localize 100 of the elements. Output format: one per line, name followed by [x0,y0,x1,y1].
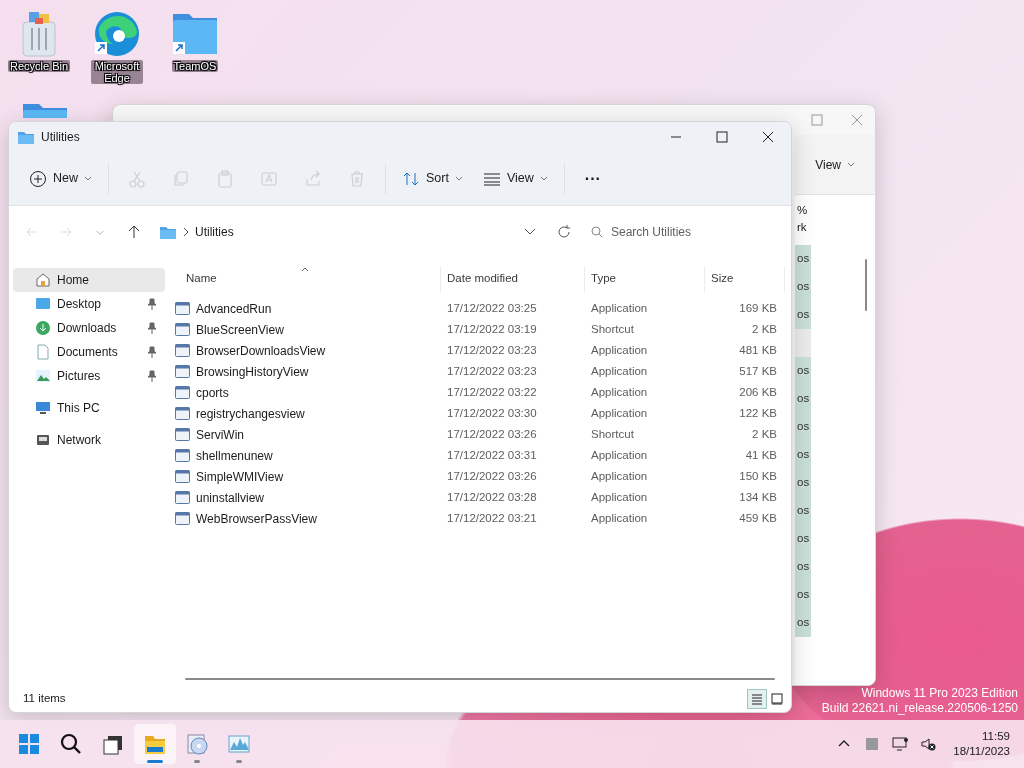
table-cell-text: 17/12/2022 03:26 [447,468,537,484]
watermark-text: Windows 11 Pro 2023 Edition [860,686,1018,701]
app-icon [175,364,190,379]
table-cell[interactable]: shellmenunew [196,446,273,465]
table-cell-text: 169 KB [739,300,777,316]
table-cell-text: 17/12/2022 03:23 [447,363,537,379]
recent-icon [96,229,104,235]
table-cell-text: Application [591,468,648,484]
table-cell-text: Application [591,384,648,400]
nav-item[interactable]: Pictures [13,364,165,388]
table-cell-text: 17/12/2022 03:21 [447,510,537,526]
column-header: % [797,202,809,218]
chevron-icon [183,227,189,237]
app-icon [175,511,190,526]
folder-icon [159,224,177,240]
table-cell[interactable]: cports [196,383,229,402]
up-icon [127,225,141,239]
table-cell: os [795,385,811,413]
table-cell-text: Application [591,447,648,463]
table-cell[interactable]: registrychangesview [196,404,305,423]
table-cell-text: 134 KB [739,489,777,505]
clock[interactable]: 11:59 18/11/2023 [945,729,1016,759]
close-icon[interactable] [851,114,863,126]
details-view-button[interactable] [747,689,767,709]
table-cell: os [795,497,811,525]
table-cell[interactable]: SimpleWMIView [196,467,284,486]
table-cell-text: 17/12/2022 03:23 [447,342,537,358]
table-cell: os [795,581,811,609]
breadcrumb-item[interactable]: Utilities [195,223,234,241]
close-icon [762,131,774,143]
search-field[interactable]: Search Utilities [611,223,771,241]
table-cell-text: 150 KB [739,468,777,484]
table-cell: os [795,357,811,385]
table-cell-text: Application [591,510,648,526]
caret-icon [454,175,463,182]
table-cell: os [795,525,811,553]
table-cell-text: 2 KB [752,426,777,442]
column-header[interactable]: Type [585,266,705,292]
nav-item[interactable]: Downloads [13,316,165,340]
nav-item[interactable]: Documents [13,340,165,364]
rename-icon [260,169,278,188]
caret-icon [84,175,92,182]
date-text: 18/11/2023 [953,744,1010,759]
table-cell-text: Application [591,363,648,379]
network-icon [35,432,51,448]
scrollbar-thumb[interactable] [865,259,867,311]
table-cell[interactable]: AdvancedRun [196,299,272,318]
table-cell-text: 459 KB [739,510,777,526]
nav-item[interactable]: Desktop [13,292,165,316]
table-cell[interactable]: BrowserDownloadsView [196,341,326,360]
table-cell-text: 2 KB [752,321,777,337]
new-button[interactable]: New [21,161,100,196]
time-text: 11:59 [982,729,1010,744]
table-cell: os [795,245,811,273]
table-cell-text: Shortcut [591,426,634,442]
table-cell: os [795,441,811,469]
table-cell-text: 517 KB [739,363,777,379]
view-button[interactable]: View [474,161,556,196]
trash-icon [348,169,366,188]
column-header[interactable]: Date modified [441,266,585,292]
table-cell: os [795,413,811,441]
share-icon [304,169,322,188]
monitor-icon [35,296,51,312]
table-cell[interactable]: BlueScreenView [196,320,284,339]
table-cell[interactable]: BrowsingHistoryView [196,362,309,381]
nav-item[interactable]: This PC [13,396,165,420]
more-button[interactable]: ··· [572,161,613,196]
table-cell-text: 17/12/2022 03:30 [447,405,537,421]
caret-icon [847,161,855,168]
search-icon [59,732,83,756]
scrollbar-thumb[interactable] [185,678,775,680]
table-cell-text: Application [591,489,648,505]
app-icon [175,448,190,463]
table-cell[interactable]: ServiWin [196,425,244,444]
table-cell[interactable]: uninstallview [196,488,265,507]
folder-icon [17,129,35,145]
plus-icon [29,169,47,188]
disc-icon [185,732,209,756]
explorer-taskbar-button[interactable] [134,724,176,764]
copy-icon [172,169,190,188]
caret-icon [539,175,548,182]
column-header: rk [797,220,808,235]
table-cell-text: 17/12/2022 03:28 [447,489,537,505]
app-icon [175,469,190,484]
table-cell[interactable]: WebBrowserPassView [196,509,317,528]
computer-icon [35,400,51,416]
nav-item[interactable]: Home [13,268,165,292]
column-header[interactable]: Size [705,266,785,292]
sort-button[interactable]: Sort [394,161,471,196]
column-header[interactable]: Name [169,266,441,292]
table-cell: os [795,273,811,301]
app-icon [175,322,190,337]
refresh-icon [557,225,571,239]
table-cell-text: Application [591,300,648,316]
clipboard-icon [216,169,234,188]
back-icon [25,225,39,239]
nav-item[interactable]: Network [13,428,165,452]
forward-icon [59,225,73,239]
app-icon [175,406,190,421]
maximize-icon[interactable] [811,114,823,126]
